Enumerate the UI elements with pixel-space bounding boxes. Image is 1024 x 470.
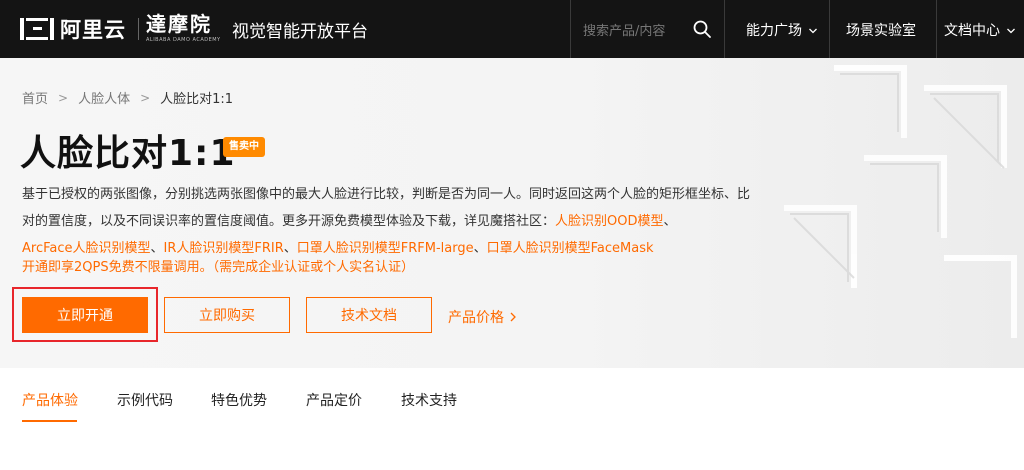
link-separator: 、 <box>283 241 297 256</box>
breadcrumb-separator: > <box>140 90 151 105</box>
search-icon[interactable] <box>692 19 712 39</box>
top-nav-bar: 阿里云 達摩院 ALIBABA DAMO ACADEMY 视觉智能开放平台 搜索… <box>0 0 1024 58</box>
breadcrumb-separator: > <box>58 90 69 105</box>
nav-item-label: 文档中心 <box>944 23 1000 39</box>
link-face-ood-model[interactable]: 人脸识别OOD模型 <box>555 214 663 229</box>
nav-divider <box>724 0 725 58</box>
damo-logo[interactable]: 達摩院 ALIBABA DAMO ACADEMY <box>146 12 221 43</box>
link-separator: 、 <box>663 214 677 229</box>
link-facemask-model[interactable]: 口罩人脸识别模型FaceMask <box>487 241 654 256</box>
product-tabs: 产品体验 示例代码 特色优势 产品定价 技术支持 <box>0 368 1024 424</box>
active-tab-underline <box>22 420 77 422</box>
aliyun-logo[interactable]: 阿里云 <box>20 14 126 44</box>
chevron-down-icon <box>809 28 818 34</box>
logo-divider <box>138 18 139 40</box>
product-price-link[interactable]: 产品价格 <box>448 307 517 327</box>
activate-button[interactable]: 立即开通 <box>22 297 148 333</box>
nav-capability-square[interactable]: 能力广场 <box>746 20 818 40</box>
tab-product-experience[interactable]: 产品体验 <box>22 390 78 410</box>
platform-title[interactable]: 视觉智能开放平台 <box>232 17 368 42</box>
link-separator: 、 <box>473 241 487 256</box>
search-input[interactable]: 搜索产品/内容 <box>583 20 665 39</box>
nav-divider <box>829 0 830 58</box>
damo-logo-subtext: ALIBABA DAMO ACADEMY <box>146 37 221 43</box>
nav-doc-center[interactable]: 文档中心 <box>944 20 1016 40</box>
breadcrumb-current: 人脸比对1:1 <box>160 92 234 107</box>
nav-scenario-lab[interactable]: 场景实验室 <box>846 20 916 40</box>
breadcrumb-face-body[interactable]: 人脸人体 <box>78 88 130 107</box>
tab-tech-support[interactable]: 技术支持 <box>401 390 457 410</box>
breadcrumb: 首页 > 人脸人体 > 人脸比对1:1 <box>22 88 234 108</box>
aliyun-logo-text: 阿里云 <box>60 18 126 42</box>
page-title: 人脸比对1:1 <box>20 133 236 174</box>
tab-pricing[interactable]: 产品定价 <box>306 390 362 410</box>
link-frir-model[interactable]: IR人脸识别模型FRIR <box>164 241 284 256</box>
link-arcface-model[interactable]: ArcFace人脸识别模型 <box>22 241 151 256</box>
promo-text: 开通即享2QPS免费不限量调用。（需完成企业认证或个人实名认证） <box>22 260 415 275</box>
tab-features[interactable]: 特色优势 <box>211 390 267 410</box>
chevron-down-icon <box>1007 28 1016 34</box>
nav-divider <box>936 0 937 58</box>
aliyun-logo-icon <box>20 18 54 40</box>
nav-divider <box>570 0 571 58</box>
link-separator: 、 <box>150 241 164 256</box>
status-badge: 售卖中 <box>223 137 265 157</box>
nav-item-label: 能力广场 <box>746 23 802 39</box>
damo-logo-text: 達摩院 <box>146 12 212 36</box>
tech-docs-button[interactable]: 技术文档 <box>306 297 432 333</box>
product-description: 基于已授权的两张图像，分别挑选两张图像中的最大人脸进行比较，判断是否为同一人。同… <box>22 181 762 262</box>
chevron-right-icon <box>510 312 516 322</box>
tab-sample-code[interactable]: 示例代码 <box>117 390 173 410</box>
buy-button[interactable]: 立即购买 <box>164 297 290 333</box>
nav-item-label: 场景实验室 <box>846 23 916 39</box>
breadcrumb-home[interactable]: 首页 <box>22 88 48 107</box>
link-frfm-large-model[interactable]: 口罩人脸识别模型FRFM-large <box>297 241 474 256</box>
product-price-label: 产品价格 <box>448 310 504 326</box>
